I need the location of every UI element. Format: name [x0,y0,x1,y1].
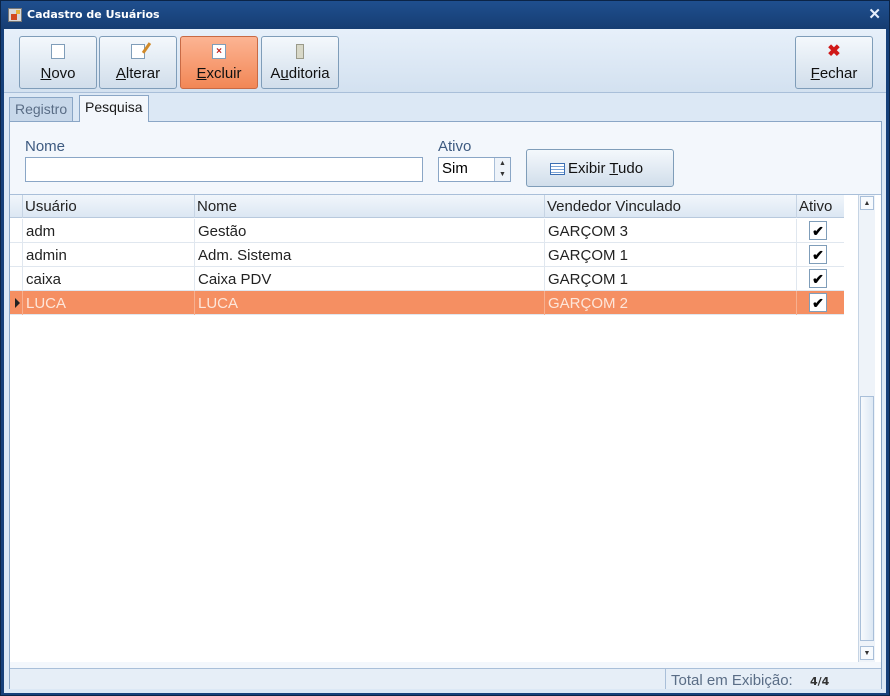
table-row[interactable]: admin Adm. Sistema GARÇOM 1 ✔ [10,243,844,267]
table-row[interactable]: caixa Caixa PDV GARÇOM 1 ✔ [10,267,844,291]
users-grid[interactable]: Usuário Nome Vendedor Vinculado Ativo ad… [10,194,881,662]
ativo-select[interactable]: Sim ▲ ▼ [438,157,511,182]
row-indicator-icon [10,243,22,267]
row-indicator-icon [10,291,22,315]
col-ativo[interactable]: Ativo [796,195,844,218]
col-usuario[interactable]: Usuário [22,195,194,218]
status-bar: Total em Exibição: 4/4 [10,668,881,689]
edit-icon [131,44,145,59]
cell-usuario[interactable]: caixa [22,267,194,291]
table-row[interactable]: adm Gestão GARÇOM 3 ✔ [10,219,844,243]
cell-vendedor[interactable]: GARÇOM 3 [544,219,796,243]
cell-ativo: ✔ [796,243,844,267]
row-indicator-icon [10,267,22,291]
status-label: Total em Exibição: [671,672,793,689]
title-bar: Cadastro de Usuários ✕ [1,1,889,29]
cell-vendedor[interactable]: GARÇOM 1 [544,243,796,267]
search-panel: Nome Ativo Sim ▲ ▼ Exibir Tudo Usuário No… [9,121,882,689]
ativo-checkbox[interactable]: ✔ [809,293,827,312]
col-vendedor[interactable]: Vendedor Vinculado [544,195,796,218]
cell-nome[interactable]: Adm. Sistema [194,243,544,267]
nome-label: Nome [25,138,66,155]
cell-vendedor[interactable]: GARÇOM 2 [544,291,796,315]
new-document-icon [51,44,65,59]
alterar-button[interactable]: Alterar [99,36,177,89]
cell-usuario[interactable]: adm [22,219,194,243]
delete-document-icon: × [212,44,226,59]
fechar-button[interactable]: ✖ Fechar [795,36,873,89]
cell-ativo: ✔ [796,267,844,291]
toolbar: Novo Alterar × Excluir Auditoria ✖ Fecha… [4,29,886,93]
col-nome[interactable]: Nome [194,195,544,218]
grid-icon [550,163,565,175]
ativo-checkbox[interactable]: ✔ [809,221,827,240]
cell-nome[interactable]: LUCA [194,291,544,315]
cell-ativo: ✔ [796,219,844,243]
tab-registro[interactable]: Registro [9,97,74,121]
cell-nome[interactable]: Caixa PDV [194,267,544,291]
nome-input[interactable] [25,157,423,182]
main-window: Cadastro de Usuários ✕ Novo Alterar × Ex… [0,0,890,696]
exibir-tudo-button[interactable]: Exibir Tudo [526,149,674,187]
row-indicator-icon [10,219,22,243]
status-count: 4/4 [810,675,830,688]
grid-header: Usuário Nome Vendedor Vinculado Ativo [10,195,844,218]
cell-nome[interactable]: Gestão [194,219,544,243]
window-title: Cadastro de Usuários [27,8,160,21]
table-row[interactable]: LUCA LUCA GARÇOM 2 ✔ [10,291,844,315]
excluir-button[interactable]: × Excluir [180,36,258,89]
cell-vendedor[interactable]: GARÇOM 1 [544,267,796,291]
vertical-scrollbar[interactable]: ▲ ▼ [858,195,875,662]
ativo-checkbox[interactable]: ✔ [809,245,827,264]
cell-ativo: ✔ [796,291,844,315]
client-area: Novo Alterar × Excluir Auditoria ✖ Fecha… [4,29,886,693]
spin-arrows-icon[interactable]: ▲ ▼ [494,158,510,181]
novo-button[interactable]: Novo [19,36,97,89]
ativo-checkbox[interactable]: ✔ [809,269,827,288]
app-icon [8,8,22,22]
tab-pesquisa[interactable]: Pesquisa [79,95,149,122]
scroll-down-icon[interactable]: ▼ [860,646,874,660]
close-window-icon[interactable]: ✕ [868,5,881,23]
auditoria-button[interactable]: Auditoria [261,36,339,89]
cell-usuario[interactable]: admin [22,243,194,267]
ativo-label: Ativo [438,138,472,155]
audit-icon [296,44,304,59]
close-icon: ✖ [827,43,841,60]
cell-usuario[interactable]: LUCA [22,291,194,315]
scroll-up-icon[interactable]: ▲ [860,196,874,210]
scroll-thumb[interactable] [860,396,874,641]
